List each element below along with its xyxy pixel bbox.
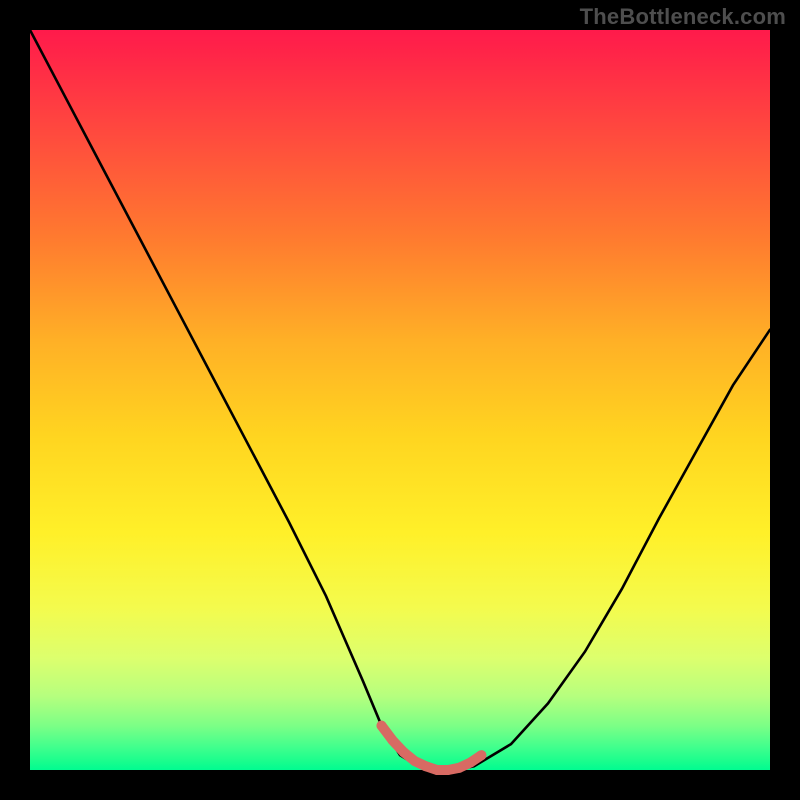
bottleneck-curve-svg — [30, 30, 770, 770]
highlight-dot — [476, 750, 486, 760]
plot-area — [30, 30, 770, 770]
chart-frame: TheBottleneck.com — [0, 0, 800, 800]
highlight-dot — [377, 721, 387, 731]
highlight-dot — [465, 758, 475, 768]
highlight-dot — [454, 763, 464, 773]
bottleneck-curve-path — [30, 30, 770, 770]
highlight-dot — [432, 765, 442, 775]
highlight-dot — [421, 761, 431, 771]
highlight-dot — [443, 765, 453, 775]
watermark-text: TheBottleneck.com — [580, 4, 786, 30]
highlight-dot — [388, 735, 398, 745]
highlight-dot — [410, 756, 420, 766]
highlight-dot — [399, 747, 409, 757]
